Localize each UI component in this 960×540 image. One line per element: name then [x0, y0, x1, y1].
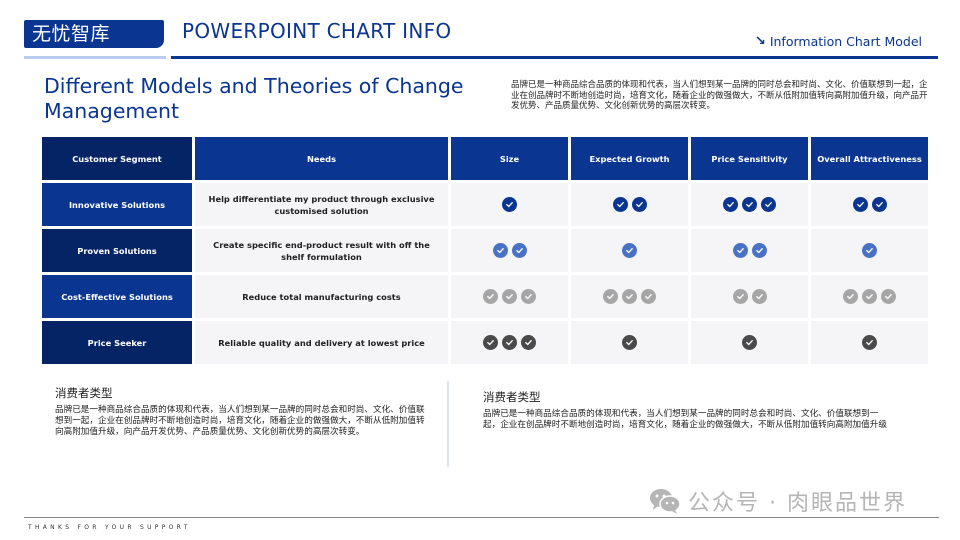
expected-growth-rating: [571, 275, 688, 318]
check-circle-icon: [852, 197, 868, 212]
check-circle-icon: [622, 243, 637, 258]
check-circle-icon: [502, 289, 517, 304]
brand-logo: 无忧智库: [24, 20, 164, 48]
segment-cell: Innovative Solutions: [42, 183, 192, 226]
needs-cell: Create specific end-product result with …: [195, 229, 448, 272]
check-circle-icon: [732, 289, 748, 304]
price-sensitivity-rating: [691, 275, 808, 318]
check-circle-icon: [732, 243, 748, 258]
check-circle-icon: [622, 289, 637, 304]
header-customer-segment: Customer Segment: [42, 137, 192, 180]
segment-cell: Proven Solutions: [42, 229, 192, 272]
info-panel-right: 消费者类型 品牌已是一种商品综合品质的体现和代表，当人们想到某一品牌的同时总会和…: [483, 389, 893, 431]
size-rating: [451, 229, 568, 272]
check-circle-icon: [881, 289, 896, 304]
check-circle-icon: [843, 289, 858, 304]
check-circle-icon: [612, 197, 628, 212]
panel-divider: [447, 381, 449, 467]
price-sensitivity-rating: [691, 183, 808, 226]
check-circle-icon: [742, 335, 757, 350]
overall-attractiveness-rating: [811, 321, 928, 364]
price-sensitivity-rating: [691, 229, 808, 272]
size-rating: [451, 183, 568, 226]
needs-cell: Reliable quality and delivery at lowest …: [195, 321, 448, 364]
check-circle-icon: [862, 335, 877, 350]
check-circle-icon: [521, 335, 536, 350]
table-row: Proven Solutions Create specific end-pro…: [42, 229, 929, 272]
check-circle-icon: [502, 197, 517, 212]
footer-text: THANKS FOR YOUR SUPPORT: [28, 524, 191, 531]
check-circle-icon: [502, 335, 517, 350]
check-circle-icon: [862, 289, 877, 304]
segment-matrix-table: Customer Segment Needs Size Expected Gro…: [42, 137, 929, 367]
overall-attractiveness-rating: [811, 275, 928, 318]
header-title: POWERPOINT CHART INFO: [182, 19, 452, 43]
page-title: Different Models and Theories of Change …: [44, 74, 464, 123]
wechat-icon: [650, 489, 681, 514]
check-circle-icon: [871, 197, 887, 212]
size-rating: [451, 321, 568, 364]
check-circle-icon: [742, 197, 757, 212]
panel-body: 品牌已是一种商品综合品质的体现和代表，当人们想到某一品牌的同时总会和时尚、文化、…: [483, 409, 887, 430]
expected-growth-rating: [571, 321, 688, 364]
check-circle-icon: [631, 197, 647, 212]
header-overall-attractiveness: Overall Attractiveness: [811, 137, 928, 180]
check-circle-icon: [761, 197, 776, 212]
overall-attractiveness-rating: [811, 183, 928, 226]
info-panel-left: 消费者类型 品牌已是一种商品综合品质的体现和代表，当人们想到某一品牌的同时总会和…: [55, 385, 425, 438]
watermark: 公众号 · 肉眼品世界: [648, 485, 907, 517]
panel-title: 消费者类型: [55, 386, 113, 400]
panel-body: 品牌已是一种商品综合品质的体现和代表，当人们想到某一品牌的同时总会和时尚、文化、…: [55, 405, 425, 437]
segment-cell: Price Seeker: [42, 321, 192, 364]
expected-growth-rating: [571, 229, 688, 272]
check-circle-icon: [483, 335, 498, 350]
size-rating: [451, 275, 568, 318]
arrow-down-right-icon: ↘: [754, 34, 766, 49]
header-needs: Needs: [195, 137, 448, 180]
check-circle-icon: [751, 243, 767, 258]
table-header-row: Customer Segment Needs Size Expected Gro…: [42, 137, 929, 180]
table-row: Cost-Effective Solutions Reduce total ma…: [42, 275, 929, 318]
brand-underline: [24, 56, 166, 59]
needs-cell: Reduce total manufacturing costs: [195, 275, 448, 318]
information-chart-model-link[interactable]: ↘ Information Chart Model: [755, 34, 922, 49]
check-circle-icon: [492, 243, 508, 258]
panel-title: 消费者类型: [483, 390, 541, 404]
segment-cell: Cost-Effective Solutions: [42, 275, 192, 318]
needs-cell: Help differentiate my product through ex…: [195, 183, 448, 226]
header-expected-growth: Expected Growth: [571, 137, 688, 180]
header-size: Size: [451, 137, 568, 180]
price-sensitivity-rating: [691, 321, 808, 364]
watermark-text: 公众号 · 肉眼品世界: [688, 491, 907, 516]
footer-divider: [24, 517, 939, 518]
check-circle-icon: [521, 289, 536, 304]
intro-text: 品牌已是一种商品综合品质的体现和代表，当人们想到某一品牌的同时总会和时尚、文化、…: [511, 80, 928, 111]
check-circle-icon: [511, 243, 527, 258]
check-circle-icon: [622, 335, 637, 350]
check-circle-icon: [751, 289, 767, 304]
check-circle-icon: [862, 243, 877, 258]
header-divider: [171, 56, 938, 59]
check-circle-icon: [641, 289, 656, 304]
table-row: Price Seeker Reliable quality and delive…: [42, 321, 929, 364]
check-circle-icon: [723, 197, 738, 212]
overall-attractiveness-rating: [811, 229, 928, 272]
table-row: Innovative Solutions Help differentiate …: [42, 183, 929, 226]
check-circle-icon: [483, 289, 498, 304]
header-price-sensitivity: Price Sensitivity: [691, 137, 808, 180]
header-link-label: Information Chart Model: [769, 34, 922, 49]
check-circle-icon: [603, 289, 618, 304]
expected-growth-rating: [571, 183, 688, 226]
